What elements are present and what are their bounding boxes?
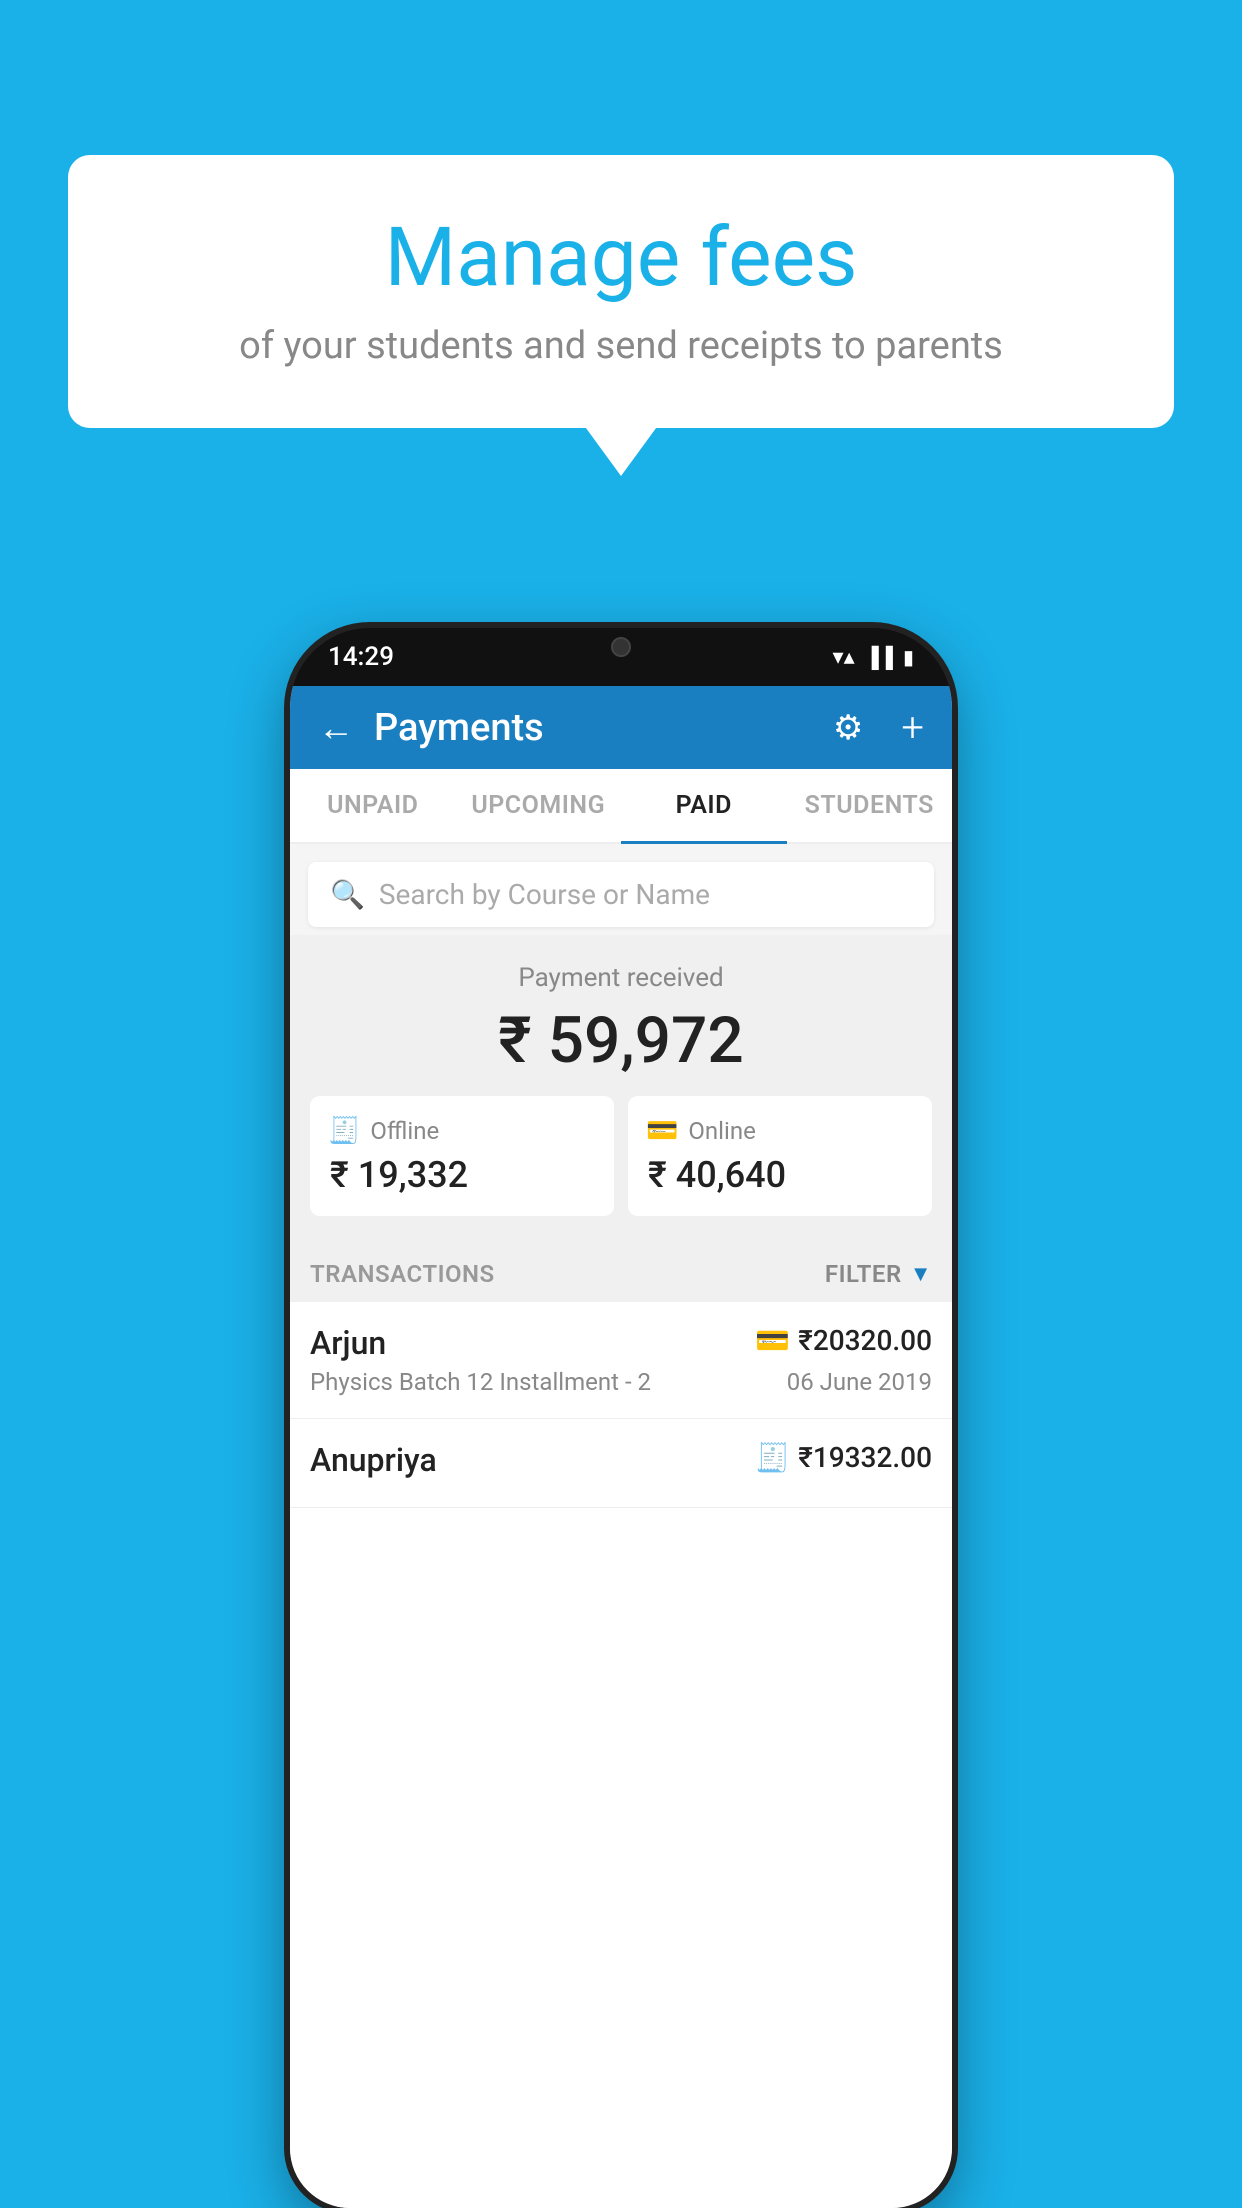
transaction-date: 06 June 2019 — [787, 1368, 932, 1396]
tabs-bar: UNPAID UPCOMING PAID STUDENTS — [290, 769, 952, 844]
speech-bubble: Manage fees of your students and send re… — [68, 155, 1174, 428]
transactions-header: TRANSACTIONS FILTER ▼ — [290, 1238, 952, 1302]
bubble-subtitle: of your students and send receipts to pa… — [128, 324, 1114, 368]
transactions-label: TRANSACTIONS — [310, 1260, 495, 1288]
offline-card: 🧾 Offline ₹ 19,332 — [310, 1096, 614, 1216]
online-amount: ₹ 40,640 — [646, 1154, 786, 1196]
status-bar: 14:29 ▾▴ ▐▐ ▮ — [290, 628, 952, 686]
wifi-icon: ▾▴ — [833, 645, 855, 670]
gear-icon[interactable]: ⚙ — [833, 708, 863, 748]
transaction-amount: 🧾 ₹19332.00 — [755, 1441, 932, 1474]
payment-received-label: Payment received — [310, 963, 932, 993]
app-header: ← Payments ⚙ + — [290, 686, 952, 769]
transaction-list: Arjun 💳 ₹20320.00 Physics Batch 12 Insta… — [290, 1302, 952, 2208]
battery-icon: ▮ — [903, 645, 914, 669]
transaction-item[interactable]: Anupriya 🧾 ₹19332.00 — [290, 1419, 952, 1508]
speech-bubble-container: Manage fees of your students and send re… — [68, 155, 1174, 428]
offline-label: Offline — [370, 1117, 439, 1145]
back-button[interactable]: ← — [318, 707, 354, 749]
online-icon: 💳 — [646, 1116, 678, 1146]
bubble-title: Manage fees — [128, 210, 1114, 306]
phone-notch — [561, 628, 681, 666]
transaction-item[interactable]: Arjun 💳 ₹20320.00 Physics Batch 12 Insta… — [290, 1302, 952, 1419]
transaction-amount: 💳 ₹20320.00 — [755, 1324, 932, 1357]
front-camera — [611, 637, 631, 657]
online-payment-icon: 💳 — [755, 1324, 790, 1357]
filter-button[interactable]: FILTER ▼ — [825, 1260, 932, 1288]
page-title: Payments — [374, 706, 813, 750]
search-icon: 🔍 — [330, 878, 365, 911]
tab-upcoming[interactable]: UPCOMING — [456, 769, 622, 842]
online-card: 💳 Online ₹ 40,640 — [628, 1096, 932, 1216]
status-time: 14:29 — [328, 642, 394, 672]
phone-frame: 14:29 ▾▴ ▐▐ ▮ ← Payments ⚙ + UNPAID UPCO… — [290, 628, 952, 2208]
filter-label: FILTER — [825, 1260, 902, 1288]
search-bar[interactable]: 🔍 Search by Course or Name — [308, 862, 934, 927]
signal-icon: ▐▐ — [865, 645, 893, 670]
payment-cards: 🧾 Offline ₹ 19,332 💳 Online ₹ 40,640 — [310, 1096, 932, 1216]
payment-summary: Payment received ₹ 59,972 🧾 Offline ₹ 19… — [290, 935, 952, 1238]
student-name: Arjun — [310, 1324, 386, 1362]
search-input[interactable]: Search by Course or Name — [379, 878, 710, 911]
offline-payment-icon: 🧾 — [755, 1441, 790, 1474]
offline-amount: ₹ 19,332 — [328, 1154, 468, 1196]
total-payment-amount: ₹ 59,972 — [310, 1003, 932, 1078]
tab-students[interactable]: STUDENTS — [787, 769, 953, 842]
phone-screen: ← Payments ⚙ + UNPAID UPCOMING PAID STUD… — [290, 686, 952, 2208]
tab-unpaid[interactable]: UNPAID — [290, 769, 456, 842]
student-name: Anupriya — [310, 1441, 437, 1479]
online-label: Online — [688, 1117, 755, 1145]
offline-icon: 🧾 — [328, 1116, 360, 1146]
course-name: Physics Batch 12 Installment - 2 — [310, 1368, 651, 1396]
tab-paid[interactable]: PAID — [621, 769, 787, 842]
filter-icon: ▼ — [910, 1261, 932, 1287]
status-icons: ▾▴ ▐▐ ▮ — [833, 645, 914, 670]
add-button[interactable]: + — [901, 704, 924, 751]
